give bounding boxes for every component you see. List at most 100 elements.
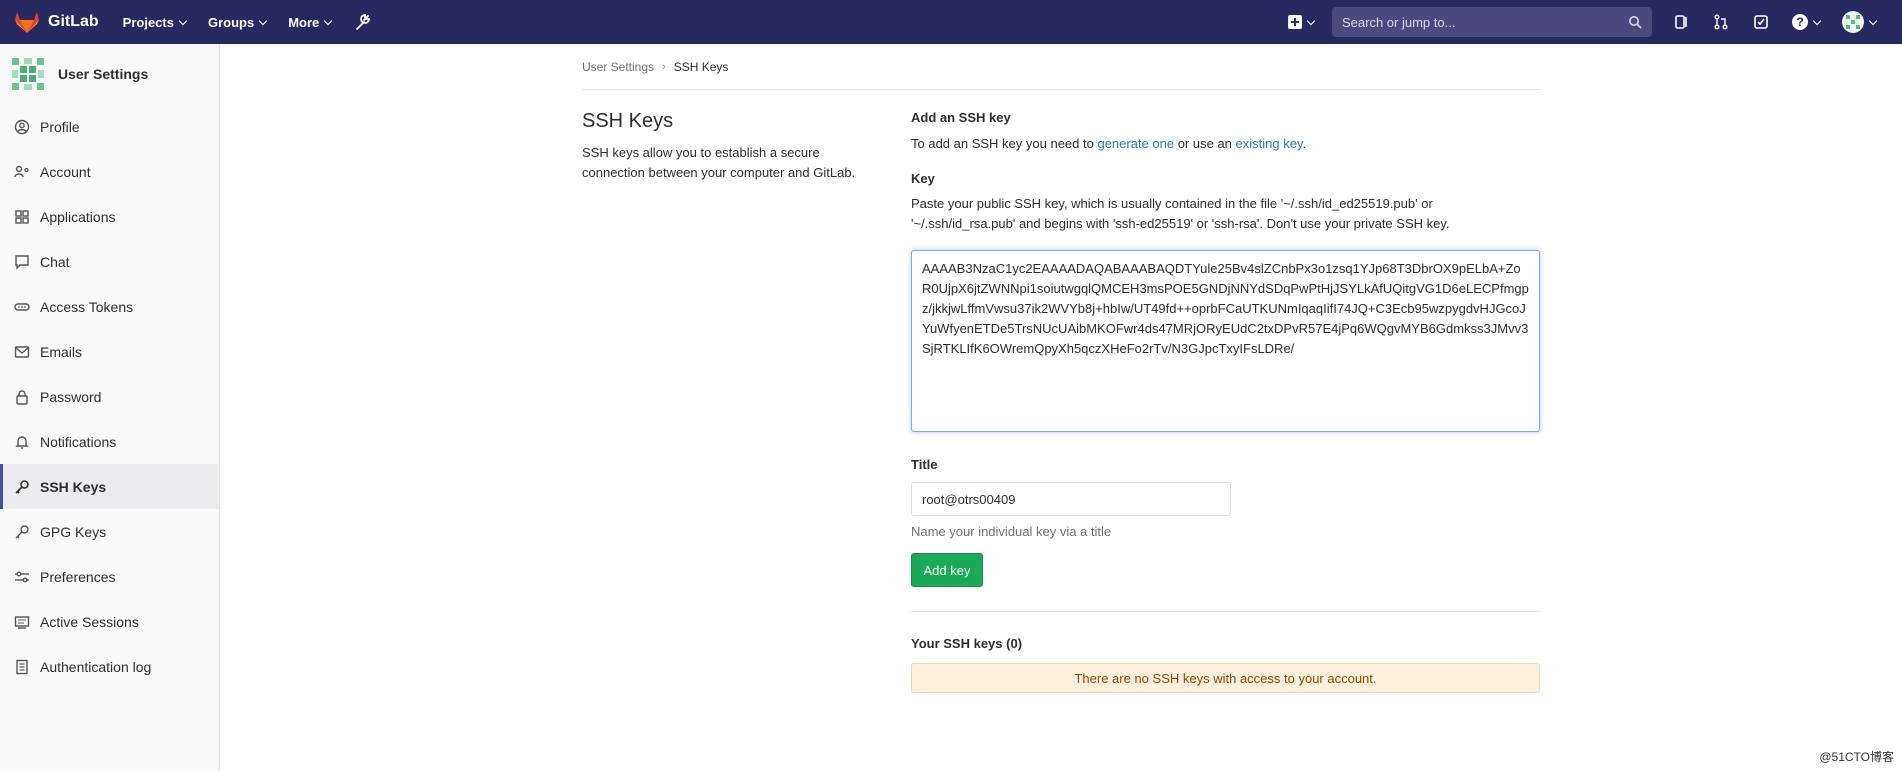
sidebar-item-access-tokens[interactable]: Access Tokens [0,284,219,329]
your-keys-heading: Your SSH keys (0) [911,636,1023,651]
user-menu-dropdown[interactable] [1842,11,1878,33]
section-intro: SSH Keys SSH keys allow you to establish… [582,90,911,693]
email-icon [14,345,30,358]
sidebar-item-authentication-log[interactable]: Authentication log [0,644,219,689]
gitlab-logo-icon [15,12,39,33]
chevron-down-icon [324,16,333,25]
generate-one-link[interactable]: generate one [1097,136,1174,151]
breadcrumb-parent-link[interactable]: User Settings [582,60,654,74]
bell-icon [15,435,29,449]
page-title: SSH Keys [582,110,674,132]
sidebar-item-chat[interactable]: Chat [0,239,219,284]
empty-keys-alert: There are no SSH keys with access to you… [911,663,1540,693]
sidebar-item-gpg-keys[interactable]: GPG Keys [0,509,219,554]
brand-name: GitLab [48,13,99,30]
projects-menu[interactable]: Projects [123,15,188,30]
search-input[interactable] [1342,14,1628,30]
sidebar-item-emails[interactable]: Emails [0,329,219,374]
section-description: SSH keys allow you to establish a secure… [582,145,856,180]
sidebar-item-label: Profile [40,118,80,135]
sidebar-item-applications[interactable]: Applications [0,194,219,239]
sidebar-item-label: Authentication log [40,658,152,675]
sidebar-item-preferences[interactable]: Preferences [0,554,219,599]
identicon-icon [1846,15,1860,29]
sidebar-item-ssh-keys[interactable]: SSH Keys [0,464,219,509]
applications-icon [15,209,29,224]
new-item-dropdown[interactable] [1288,15,1316,29]
sidebar-item-label: Preferences [40,568,116,585]
sidebar-item-label: Access Tokens [40,298,134,315]
add-key-button[interactable]: Add key [911,553,983,587]
more-menu-label: More [288,14,320,30]
todo-check-icon [1754,15,1768,29]
question-icon: ? [1792,14,1808,30]
title-help-text: Name your individual key via a title [911,524,1112,539]
wrench-icon [356,14,371,30]
gitlab-home-link[interactable]: GitLab [14,0,99,44]
sessions-icon [14,615,30,629]
sidebar-item-label: Active Sessions [40,613,139,630]
sidebar-item-label: GPG Keys [40,523,107,540]
sidebar-item-label: Account [40,163,91,180]
sidebar-item-notifications[interactable]: Notifications [0,419,219,464]
main-menu: Projects Groups More [123,13,394,31]
add-key-prefix: To add an SSH key you need to [911,136,1098,151]
add-key-instructions: To add an SSH key you need to generate o… [911,136,1540,151]
todos-button[interactable] [1752,13,1770,31]
breadcrumb: User Settings › SSH Keys [582,44,1540,90]
sidebar-header[interactable]: User Settings [0,44,219,104]
chevron-down-icon [1306,16,1316,25]
chevron-down-icon [258,16,268,25]
groups-menu[interactable]: Groups [207,14,268,30]
more-menu[interactable]: More [288,14,333,30]
settings-sidebar: User Settings Profile Account Applicatio… [0,44,220,771]
ssh-key-form: Add an SSH key To add an SSH key you nee… [911,90,1540,693]
groups-menu-label: Groups [207,14,255,30]
key-help-text: Paste your public SSH key, which is usua… [911,196,1450,231]
merge-request-icon [1714,14,1728,30]
preferences-icon [15,571,29,582]
add-key-suffix: . [1302,136,1307,151]
key-label: Key [911,171,935,186]
issues-button[interactable] [1672,13,1690,31]
user-identicon-icon [12,58,44,90]
help-dropdown[interactable]: ? [1792,14,1822,30]
sidebar-item-label: Notifications [40,433,117,450]
sidebar-item-password[interactable]: Password [0,374,219,419]
sidebar-item-active-sessions[interactable]: Active Sessions [0,599,219,644]
key-icon [15,524,29,538]
search-box[interactable] [1332,7,1652,37]
divider [911,611,1540,612]
admin-area-button[interactable] [353,13,371,31]
log-icon [16,659,28,674]
profile-icon [14,119,30,134]
top-navbar: GitLab Projects Groups More Search or ju… [0,0,1902,44]
sidebar-item-profile[interactable]: Profile [0,104,219,149]
add-key-middle: or use an [1174,136,1236,151]
navbar-right: ? [1288,0,1902,44]
sidebar-title: User Settings [58,66,149,82]
chevron-down-icon [1812,16,1822,25]
breadcrumb-current[interactable]: SSH Keys [674,60,729,74]
sidebar-item-account[interactable]: Account [0,149,219,194]
search-icon [1629,16,1642,29]
title-label: Title [911,457,938,472]
settings-section: SSH Keys SSH keys allow you to establish… [582,90,1540,693]
main-content: User Settings › SSH Keys SSH Keys SSH ke… [582,44,1540,693]
token-icon [14,302,30,311]
watermark: @51CTO博客 [1819,750,1894,764]
chevron-down-icon [1868,16,1878,25]
avatar [1842,11,1864,33]
sidebar-item-label: Password [40,388,102,405]
merge-requests-button[interactable] [1712,13,1730,31]
lock-icon [16,389,28,405]
sidebar-item-label: Emails [40,343,83,360]
account-icon [14,165,29,177]
existing-key-link[interactable]: existing key [1236,136,1303,151]
key-textarea[interactable]: AAAAB3NzaC1yc2EAAAADAQABAAABAQDTYule25Bv… [911,250,1540,432]
sidebar-item-label: SSH Keys [40,478,107,495]
add-key-heading: Add an SSH key [911,110,1011,125]
title-input[interactable] [911,482,1231,516]
chat-icon [15,254,29,270]
sidebar-item-label: Chat [40,253,70,270]
